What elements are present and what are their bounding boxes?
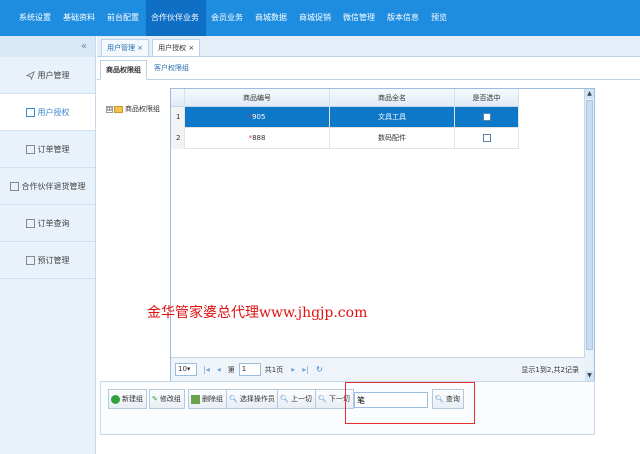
row-number: 2 [171, 128, 185, 149]
first-page-icon[interactable]: |◂ [203, 365, 210, 374]
previous-button[interactable]: 🔍︎ 上一切 [277, 389, 316, 409]
scroll-down-icon[interactable]: ▼ [585, 371, 594, 381]
column-header-name[interactable]: 商品全名 [330, 89, 455, 107]
document-icon [25, 107, 35, 117]
button-label: 上一切 [290, 395, 312, 403]
select-operator-button[interactable]: 🔍︎ 选择操作员 [226, 389, 279, 409]
document-icon [9, 181, 19, 191]
nav-item-mall-data[interactable]: 商城数据 [250, 0, 294, 36]
sidebar-item-label: 合作伙伴退货管理 [21, 181, 86, 191]
magnifier-icon: 🔍︎ [435, 395, 444, 403]
nav-item-preview[interactable]: 预览 [426, 0, 454, 36]
table-row[interactable]: 1 *905 文具工具 [171, 107, 519, 128]
document-icon [25, 144, 35, 154]
row-number-header [171, 89, 185, 107]
sidebar-collapse-button[interactable]: « [0, 36, 95, 57]
last-page-icon[interactable]: ▸| [302, 365, 309, 374]
sidebar-item-label: 订单查询 [37, 218, 70, 228]
nav-item-wechat-management[interactable]: 微信管理 [338, 0, 382, 36]
button-label: 新建组 [122, 395, 143, 403]
product-grid: 商品编号 商品全名 是否选中 1 *905 文具工具 2 *888 数码配件 ▲… [170, 88, 595, 382]
grid-scrollbar[interactable]: ▲ ▼ [584, 89, 594, 381]
cell-name: 数码配件 [330, 128, 455, 149]
sidebar-item-partner-returns[interactable]: 合作伙伴退货管理 [0, 168, 95, 205]
sidebar-item-label: 用户管理 [37, 70, 70, 80]
sidebar: « 用户管理 用户授权 订单管理 合作伙伴退货管理 订单查询 预订管理 [0, 36, 96, 454]
nav-item-partner-business[interactable]: 合作伙伴业务 [146, 0, 206, 36]
cell-selected [455, 107, 519, 128]
cell-code: *888 [185, 128, 330, 149]
cell-name: 文具工具 [330, 107, 455, 128]
tab-user-management[interactable]: 用户管理 × [101, 39, 150, 56]
button-label: 选择操作员 [239, 395, 275, 403]
nav-item-frontend-config[interactable]: 前台配置 [102, 0, 146, 36]
folder-icon [114, 105, 123, 113]
sidebar-item-user-authorization[interactable]: 用户授权 [0, 94, 95, 131]
sidebar-item-reservation-management[interactable]: 预订管理 [0, 242, 95, 279]
nav-item-version-info[interactable]: 版本信息 [382, 0, 426, 36]
row-number: 1 [171, 107, 185, 128]
magnifier-icon: 🔍︎ [280, 395, 289, 403]
cell-code: *905 [185, 107, 330, 128]
scroll-thumb[interactable] [586, 100, 593, 350]
edit-group-button[interactable]: ✎ 修改组 [149, 389, 185, 409]
magnifier-icon: 🔍︎ [318, 395, 327, 403]
nav-item-basic-data[interactable]: 基础资料 [58, 0, 102, 36]
pager: 10▾ |◂ ◂ 第 1 共1页 ▸ ▸| ↻ 显示1到2,共2记录 [171, 357, 585, 381]
tab-user-authorization[interactable]: 用户授权 × [152, 39, 201, 56]
pencil-icon: ✎ [152, 395, 158, 403]
row-checkbox[interactable] [482, 113, 491, 121]
button-label: 修改组 [159, 395, 181, 403]
pager-info: 显示1到2,共2记录 [521, 365, 579, 374]
document-icon [25, 255, 35, 265]
watermark-text: 金华管家婆总代理www.jhgjp.com [147, 305, 368, 321]
cell-code-value: 888 [252, 134, 266, 142]
send-icon [25, 70, 35, 80]
sidebar-item-label: 预订管理 [37, 255, 70, 265]
search-highlight-box: 🔍︎ 查询 [345, 382, 475, 424]
permission-tree: ⊞ 商品权限组 [106, 104, 160, 114]
prev-page-icon[interactable]: ◂ [217, 365, 221, 374]
nav-item-system-settings[interactable]: 系统设置 [14, 0, 58, 36]
cell-code-value: 905 [252, 113, 266, 121]
tree-node-label[interactable]: 商品权限组 [125, 104, 160, 114]
cell-selected [455, 128, 519, 149]
button-label: 查询 [445, 395, 460, 403]
page-prefix: 第 [227, 365, 235, 374]
delete-icon [191, 394, 200, 404]
page-total: 共1页 [264, 365, 284, 374]
delete-group-button[interactable]: 删除组 [188, 389, 227, 409]
action-toolbar: 新建组 ✎ 修改组 删除组 🔍︎ 选择操作员 🔍︎ 上一切 🔍︎ 下一切 🔍︎ … [100, 381, 595, 435]
column-header-selected[interactable]: 是否选中 [455, 89, 519, 107]
refresh-icon[interactable]: ↻ [316, 365, 323, 374]
new-group-button[interactable]: 新建组 [108, 389, 147, 409]
magnifier-icon: 🔍︎ [229, 395, 238, 403]
scroll-up-icon[interactable]: ▲ [585, 89, 594, 99]
page-tab-bar: 用户管理 × 用户授权 × [97, 36, 640, 57]
sub-tab-bar: 商品权限组 客户权限组 [97, 58, 640, 80]
sidebar-item-user-management[interactable]: 用户管理 [0, 57, 95, 94]
column-header-code[interactable]: 商品编号 [185, 89, 330, 107]
table-row[interactable]: 2 *888 数码配件 [171, 128, 519, 149]
tab-product-permission-group[interactable]: 商品权限组 [100, 60, 147, 80]
next-page-icon[interactable]: ▸ [291, 365, 295, 374]
sidebar-item-order-query[interactable]: 订单查询 [0, 205, 95, 242]
document-icon [25, 218, 35, 228]
tab-customer-permission-group[interactable]: 客户权限组 [149, 59, 194, 79]
nav-item-mall-promotion[interactable]: 商城促销 [294, 0, 338, 36]
top-nav: 系统设置 基础资料 前台配置 合作伙伴业务 会员业务 商城数据 商城促销 微信管… [0, 0, 640, 36]
button-label: 删除组 [202, 395, 223, 403]
page-size-select[interactable]: 10▾ [175, 363, 197, 376]
query-button[interactable]: 🔍︎ 查询 [432, 389, 464, 409]
search-input[interactable] [354, 392, 428, 408]
row-checkbox[interactable] [482, 134, 491, 142]
tree-expand-icon[interactable]: ⊞ [106, 105, 113, 113]
nav-item-member-business[interactable]: 会员业务 [206, 0, 250, 36]
plus-icon [111, 394, 120, 404]
sidebar-item-label: 订单管理 [37, 144, 70, 154]
page-number-input[interactable]: 1 [238, 363, 261, 376]
grid-header: 商品编号 商品全名 是否选中 [171, 89, 519, 107]
sidebar-item-order-management[interactable]: 订单管理 [0, 131, 95, 168]
sidebar-item-label: 用户授权 [37, 107, 70, 117]
